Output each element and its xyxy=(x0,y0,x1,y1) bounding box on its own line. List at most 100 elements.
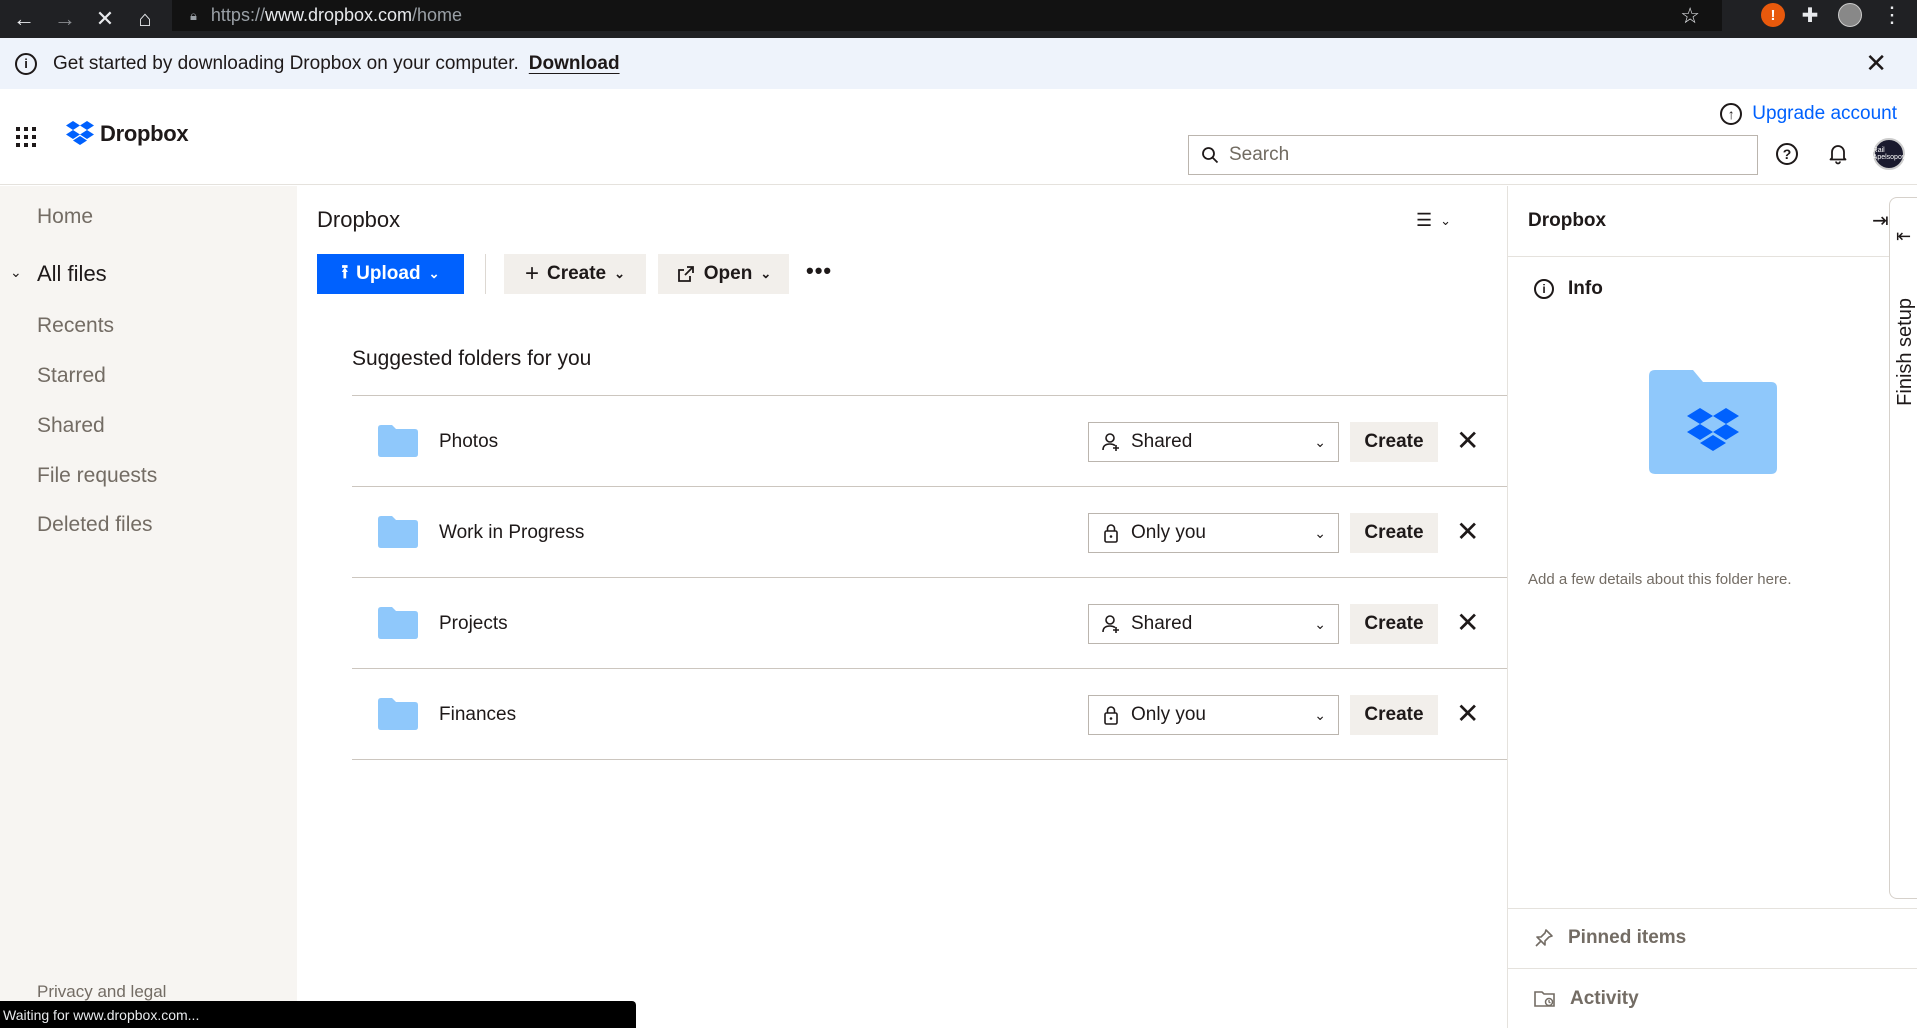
chevron-down-icon: ⌄ xyxy=(1314,524,1326,541)
lock-icon: 🔒︎ xyxy=(190,7,197,23)
sharing-select[interactable]: Only you ⌄ xyxy=(1088,513,1339,553)
folder-name: Projects xyxy=(439,613,508,634)
sharing-select[interactable]: Only you ⌄ xyxy=(1088,695,1339,735)
folder-name: Finances xyxy=(439,704,517,725)
search-input[interactable] xyxy=(1229,144,1729,166)
info-icon: i xyxy=(15,52,37,75)
upgrade-account-link[interactable]: ↑ Upgrade account xyxy=(1720,103,1897,125)
url-text: https://www.dropbox.com/home xyxy=(210,5,463,25)
upload-button[interactable]: ⭱ Upload ⌄ xyxy=(317,254,464,294)
create-folder-button[interactable]: Create xyxy=(1350,422,1438,462)
app-header: Dropbox ↑ Upgrade account ? Rail Apelsop… xyxy=(0,89,1917,185)
open-button[interactable]: Open ⌄ xyxy=(658,254,789,294)
suggested-folders-title: Suggested folders for you xyxy=(352,347,592,370)
activity-section[interactable]: Activity xyxy=(1534,988,1639,1010)
download-link[interactable]: Download xyxy=(529,53,620,75)
help-icon[interactable]: ? xyxy=(1776,143,1798,165)
chevron-down-icon[interactable]: ⌄ xyxy=(10,264,22,281)
sidebar-item-shared[interactable]: Shared xyxy=(37,414,105,438)
dismiss-icon[interactable]: ✕ xyxy=(1456,424,1479,458)
brand-name: Dropbox xyxy=(100,121,189,146)
chevron-down-icon: ⌄ xyxy=(428,266,440,281)
finish-setup-tab[interactable]: ⇤ Finish setup xyxy=(1889,197,1917,899)
privacy-legal-link[interactable]: Privacy and legal xyxy=(37,982,166,1002)
sidebar-item-file-requests[interactable]: File requests xyxy=(37,464,157,488)
panel-divider xyxy=(1508,908,1917,909)
home-icon[interactable]: ⌂ xyxy=(130,0,160,38)
forward-icon[interactable]: → xyxy=(50,0,80,38)
sharing-value: Shared xyxy=(1131,613,1193,634)
sidebar-item-home[interactable]: Home xyxy=(37,205,93,229)
create-button[interactable]: + Create ⌄ xyxy=(504,254,646,294)
sidebar: Home ⌄ All files Recents Starred Shared … xyxy=(0,186,297,1028)
folder-name: Photos xyxy=(439,431,499,452)
account-avatar[interactable]: Rail Apelsopov xyxy=(1873,138,1905,170)
suggested-folder-row: Finances Only you ⌄ Create ✕ xyxy=(352,669,1507,760)
sidebar-item-recents[interactable]: Recents xyxy=(37,314,114,338)
suggested-folder-row: Photos Shared ⌄ Create ✕ xyxy=(352,396,1507,487)
suggested-folder-row: Work in Progress Only you ⌄ Create ✕ xyxy=(352,487,1507,578)
list-view-icon: ☰ xyxy=(1416,210,1433,230)
banner-message: Get started by downloading Dropbox on yo… xyxy=(53,52,519,74)
chevron-down-icon: ⌄ xyxy=(1314,433,1326,450)
create-folder-button[interactable]: Create xyxy=(1350,604,1438,644)
download-banner: i Get started by downloading Dropbox on … xyxy=(0,38,1917,89)
stop-loading-icon[interactable]: ✕ xyxy=(90,0,120,38)
folder-description[interactable]: Add a few details about this folder here… xyxy=(1528,571,1792,588)
back-icon[interactable]: ← xyxy=(9,0,39,38)
notification-bell-icon[interactable] xyxy=(1826,141,1850,165)
profile-avatar-icon[interactable] xyxy=(1838,3,1862,27)
sharing-select[interactable]: Shared ⌄ xyxy=(1088,422,1339,462)
chevron-down-icon: ⌄ xyxy=(760,266,772,281)
avatar-text: Rail Apelsopov xyxy=(1872,147,1906,161)
lock-icon xyxy=(1104,524,1118,543)
create-label: Create xyxy=(546,263,607,284)
collapse-panel-icon[interactable]: ⇥ xyxy=(1872,208,1889,233)
more-options-icon[interactable]: ••• xyxy=(806,258,832,284)
dismiss-icon[interactable]: ✕ xyxy=(1456,606,1479,640)
info-label: Info xyxy=(1568,278,1603,299)
extensions-puzzle-icon[interactable]: ✚ xyxy=(1798,3,1822,27)
folder-icon xyxy=(378,425,418,457)
dismiss-icon[interactable]: ✕ xyxy=(1456,515,1479,549)
create-folder-button[interactable]: Create xyxy=(1350,695,1438,735)
suggested-folder-row: Projects Shared ⌄ Create ✕ xyxy=(352,578,1507,669)
sidebar-item-all-files[interactable]: All files xyxy=(37,261,107,287)
info-panel: Dropbox ⇥ i Info Add a few details about… xyxy=(1507,186,1917,1028)
lock-icon xyxy=(1104,706,1118,725)
info-icon: i xyxy=(1534,279,1554,299)
sidebar-item-deleted-files[interactable]: Deleted files xyxy=(37,513,153,537)
create-folder-button[interactable]: Create xyxy=(1350,513,1438,553)
open-label: Open xyxy=(703,263,753,284)
browser-status-bar: Waiting for www.dropbox.com... xyxy=(0,1001,636,1028)
close-icon[interactable]: ✕ xyxy=(1865,48,1887,79)
panel-divider xyxy=(1508,968,1917,969)
plus-icon: + xyxy=(524,260,539,287)
shared-person-icon xyxy=(1102,615,1119,633)
sharing-select[interactable]: Shared ⌄ xyxy=(1088,604,1339,644)
info-section-header[interactable]: i Info xyxy=(1534,278,1603,300)
chevron-down-icon: ⌄ xyxy=(1314,706,1326,723)
folder-icon xyxy=(378,607,418,639)
shared-person-icon xyxy=(1102,433,1119,451)
chevron-down-icon: ⌄ xyxy=(1314,615,1326,632)
dropbox-logo[interactable]: Dropbox xyxy=(66,121,189,147)
browser-menu-icon[interactable]: ⋮ xyxy=(1880,2,1904,27)
sharing-value: Shared xyxy=(1131,431,1193,452)
upgrade-label: Upgrade account xyxy=(1752,103,1897,124)
activity-folder-icon xyxy=(1534,991,1555,1007)
pinned-items-section[interactable]: Pinned items xyxy=(1534,927,1686,949)
view-options-toggle[interactable]: ☰ ⌄ xyxy=(1416,210,1451,231)
sidebar-item-starred[interactable]: Starred xyxy=(37,364,106,388)
address-bar[interactable]: 🔒︎ https://www.dropbox.com/home ☆ xyxy=(172,0,1722,31)
browser-toolbar: ← → ✕ ⌂ 🔒︎ https://www.dropbox.com/home … xyxy=(0,0,1917,38)
extension-alert-icon[interactable]: ! xyxy=(1761,3,1785,27)
app-launcher-icon[interactable] xyxy=(16,127,36,147)
folder-icon xyxy=(378,698,418,730)
upgrade-arrow-icon: ↑ xyxy=(1720,103,1743,125)
bookmark-star-icon[interactable]: ☆ xyxy=(1680,3,1700,29)
dismiss-icon[interactable]: ✕ xyxy=(1456,697,1479,731)
chevron-down-icon: ⌄ xyxy=(1440,212,1452,228)
search-box[interactable] xyxy=(1188,135,1758,175)
page-title: Dropbox xyxy=(317,207,401,232)
